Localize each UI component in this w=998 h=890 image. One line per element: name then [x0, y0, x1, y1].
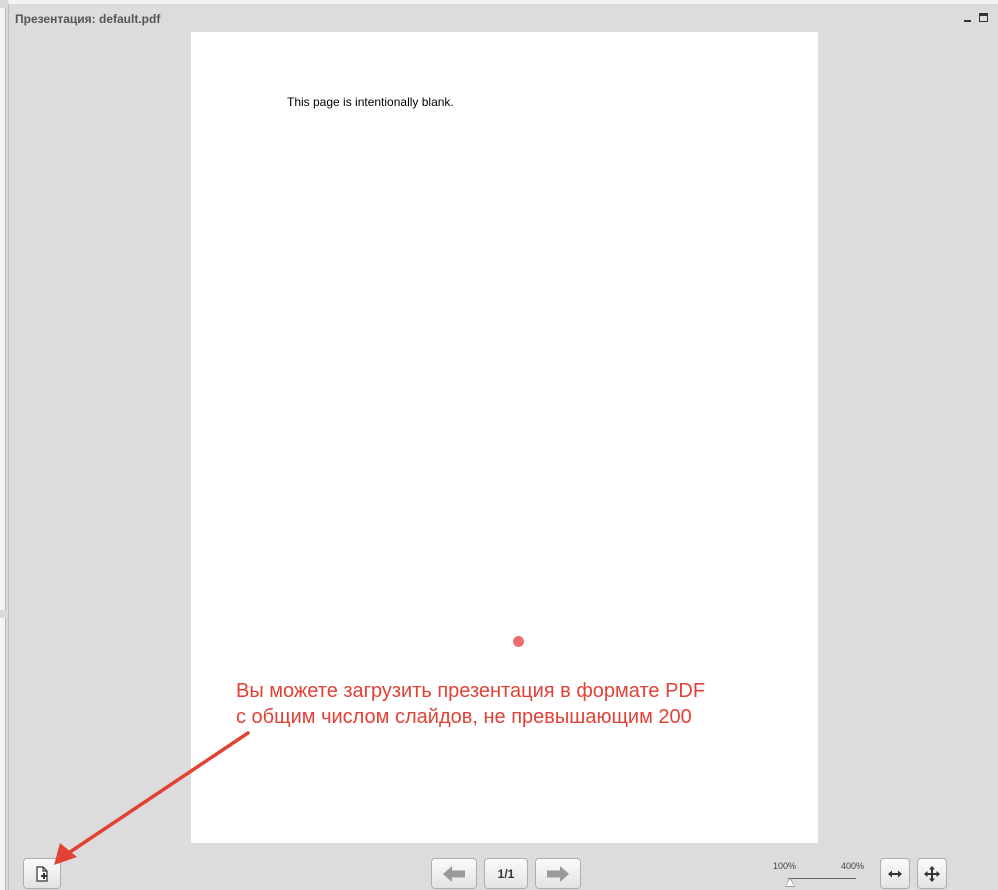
- annotation-line-2: с общим числом слайдов, не превышающим 2…: [236, 706, 692, 728]
- upload-presentation-icon: [36, 865, 48, 882]
- page-indicator[interactable]: 1/1: [484, 858, 528, 889]
- previous-slide-button[interactable]: [431, 858, 477, 889]
- zoom-slider-thumb[interactable]: [785, 877, 795, 887]
- move-icon: [924, 865, 940, 882]
- next-slide-button[interactable]: [535, 858, 581, 889]
- slide-text: This page is intentionally blank.: [287, 95, 454, 109]
- upload-presentation-button[interactable]: [23, 858, 61, 889]
- annotation-line-1: Вы можете загрузить презентация в формат…: [236, 680, 706, 702]
- panel-title: Презентация: default.pdf: [15, 12, 161, 26]
- maximize-icon[interactable]: [979, 13, 988, 22]
- minimize-icon[interactable]: [963, 13, 972, 22]
- left-panel-edge-bottom: [0, 618, 6, 890]
- fit-width-icon: [888, 870, 902, 877]
- left-sidebar-edge: [0, 0, 8, 890]
- presenter-pointer: [513, 636, 524, 647]
- fit-page-button[interactable]: [917, 858, 947, 889]
- zoom-max-label: 400%: [841, 861, 865, 871]
- zoom-min-label: 100%: [773, 861, 797, 871]
- arrow-left-icon: [443, 865, 465, 882]
- annotation-text: Вы можете загрузить презентация в формат…: [236, 678, 705, 730]
- zoom-slider-track[interactable]: [788, 878, 856, 879]
- fit-width-button[interactable]: [880, 858, 910, 889]
- presentation-panel: Презентация: default.pdf This page is in…: [8, 4, 998, 890]
- arrow-right-icon: [547, 865, 569, 882]
- left-panel-edge-top: [0, 8, 6, 610]
